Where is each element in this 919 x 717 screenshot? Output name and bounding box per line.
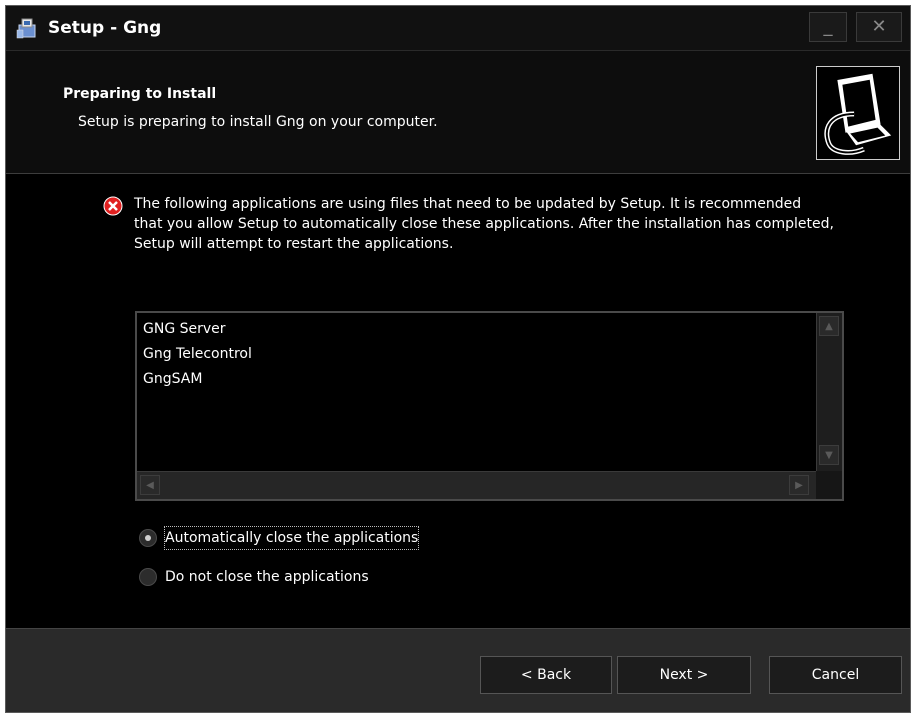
computer-install-icon	[816, 66, 900, 160]
title-bar[interactable]: Setup - Gng _ ✕	[6, 6, 910, 51]
error-icon	[103, 196, 123, 216]
window-title: Setup - Gng	[48, 18, 162, 38]
scroll-left-icon[interactable]: ◀	[140, 475, 160, 495]
list-item[interactable]: GngSAM	[143, 369, 202, 389]
scroll-up-icon[interactable]: ▲	[819, 316, 839, 336]
wizard-footer: < Back Next > Cancel	[6, 628, 910, 712]
scroll-right-icon[interactable]: ▶	[789, 475, 809, 495]
horizontal-scrollbar[interactable]: ◀ ▶	[137, 471, 816, 499]
applications-list[interactable]: GNG Server Gng Telecontrol GngSAM ▲ ▼ ◀ …	[135, 311, 844, 501]
cancel-button[interactable]: Cancel	[769, 656, 902, 694]
next-button[interactable]: Next >	[617, 656, 751, 694]
radio-selected-dot	[145, 535, 151, 541]
radio-label[interactable]: Automatically close the applications	[163, 526, 420, 550]
list-item[interactable]: GNG Server	[143, 319, 226, 339]
radio-button[interactable]	[139, 568, 157, 586]
scroll-corner	[816, 471, 842, 499]
page-subtitle: Setup is preparing to install Gng on you…	[78, 114, 438, 130]
minimize-button[interactable]: _	[809, 12, 847, 42]
vertical-scrollbar[interactable]: ▲ ▼	[816, 313, 842, 471]
setup-installer-icon	[16, 18, 36, 39]
setup-window: Setup - Gng _ ✕ Preparing to Install Set…	[5, 5, 911, 713]
page-title: Preparing to Install	[63, 86, 217, 102]
radio-label[interactable]: Do not close the applications	[165, 566, 369, 588]
scroll-down-icon[interactable]: ▼	[819, 445, 839, 465]
warning-message: The following applications are using fil…	[134, 196, 834, 252]
wizard-header: Preparing to Install Setup is preparing …	[6, 51, 910, 174]
back-button[interactable]: < Back	[480, 656, 612, 694]
radio-button[interactable]	[139, 529, 157, 547]
list-item[interactable]: Gng Telecontrol	[143, 344, 252, 364]
close-button[interactable]: ✕	[856, 12, 902, 42]
